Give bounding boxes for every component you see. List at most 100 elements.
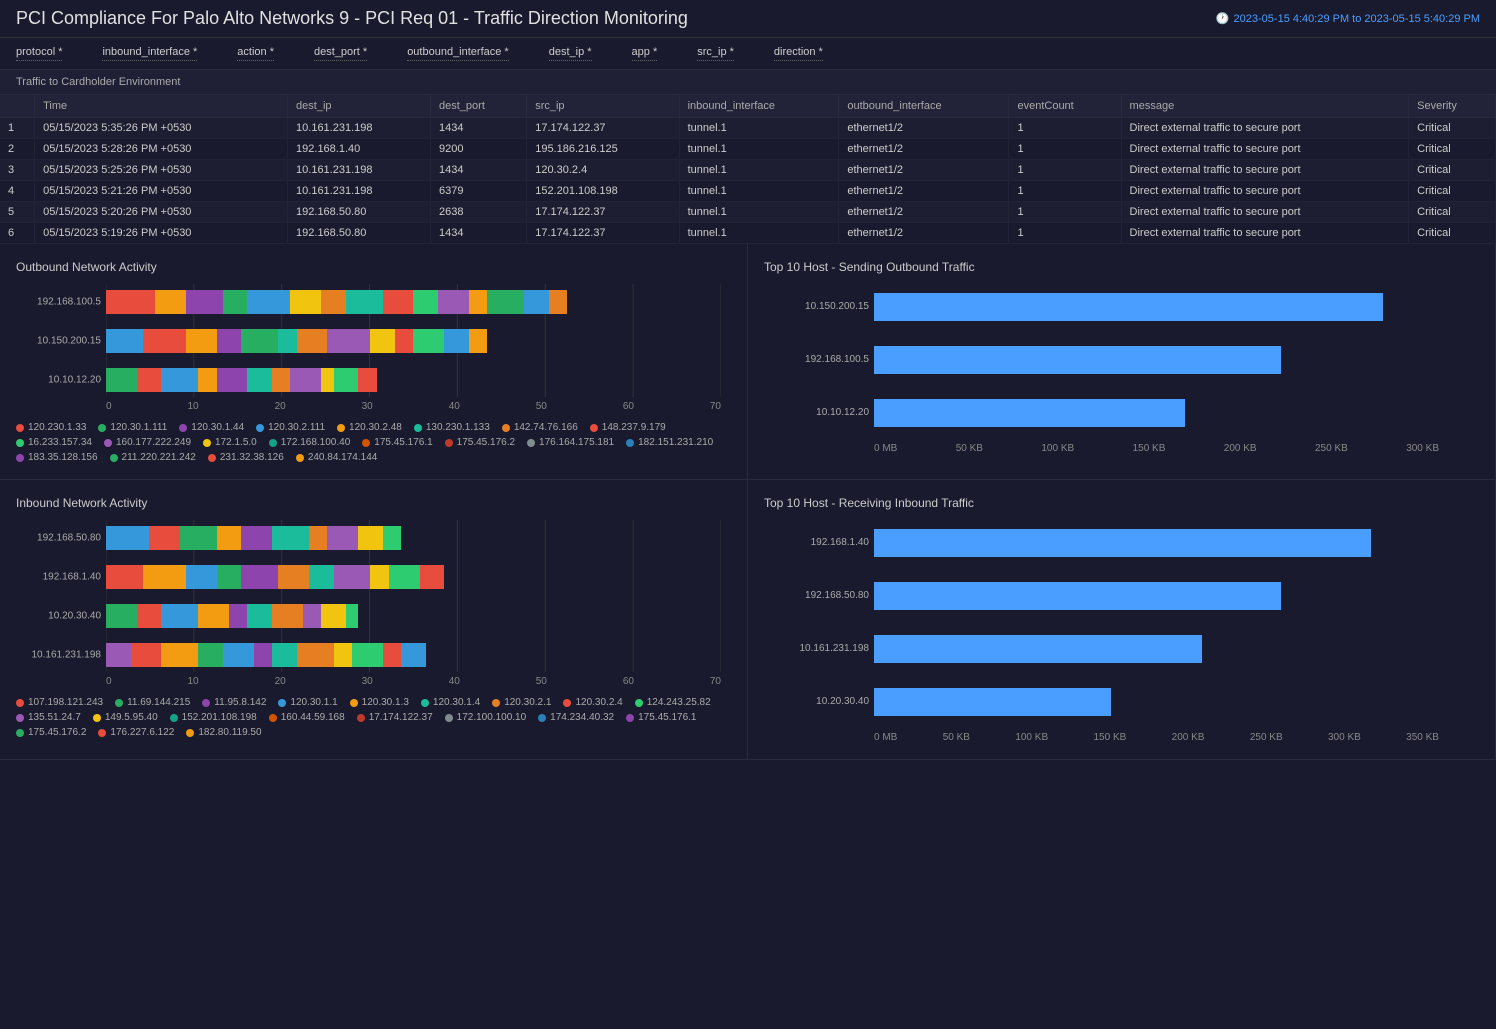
legend-item: 16.233.157.34 (16, 437, 92, 448)
legend-dot (635, 699, 643, 707)
cell-dest-ip: 10.161.231.198 (288, 160, 431, 181)
header: PCI Compliance For Palo Alto Networks 9 … (0, 0, 1496, 38)
legend-label: 16.233.157.34 (28, 437, 92, 448)
legend-item: 120.30.1.3 (350, 697, 409, 708)
filter-src-ip[interactable]: src_ip * (697, 46, 734, 61)
inbound-bar-area: 192.168.50.80 (106, 520, 721, 672)
inbound-row-3: 10.20.30.40 (106, 598, 721, 633)
col-dest-ip[interactable]: dest_ip (288, 95, 431, 118)
legend-item: 120.30.2.4 (563, 697, 622, 708)
legend-dot (626, 714, 634, 722)
cell-severity: Critical (1409, 223, 1496, 244)
filter-app[interactable]: app * (632, 46, 658, 61)
cell-message: Direct external traffic to secure port (1121, 202, 1409, 223)
cell-outbound-interface: ethernet1/2 (839, 160, 1009, 181)
filter-outbound-interface[interactable]: outbound_interface * (407, 46, 509, 61)
cell-outbound-interface: ethernet1/2 (839, 139, 1009, 160)
page-title: PCI Compliance For Palo Alto Networks 9 … (16, 8, 688, 29)
traffic-table: Time dest_ip dest_port src_ip inbound_in… (0, 95, 1496, 244)
cell-inbound-interface: tunnel.1 (679, 202, 839, 223)
legend-item: 120.230.1.33 (16, 422, 86, 433)
legend-dot (16, 439, 24, 447)
legend-label: 174.234.40.32 (550, 712, 614, 723)
legend-label: 231.32.38.126 (220, 452, 284, 463)
legend-label: 120.30.2.111 (268, 422, 325, 433)
cell-message: Direct external traffic to secure port (1121, 160, 1409, 181)
cell-outbound-interface: ethernet1/2 (839, 223, 1009, 244)
top10-inbound-title: Top 10 Host - Receiving Inbound Traffic (764, 496, 1479, 510)
legend-item: 148.237.9.179 (590, 422, 666, 433)
inbound-x-axis: 010203040506070 (106, 676, 721, 687)
top10-inbound-chart: 192.168.1.40 192.168.50.80 10.161.231.19… (764, 520, 1479, 743)
legend-dot (203, 439, 211, 447)
col-src-ip[interactable]: src_ip (527, 95, 679, 118)
col-dest-port[interactable]: dest_port (431, 95, 527, 118)
cell-inbound-interface: tunnel.1 (679, 223, 839, 244)
cell-event-count: 1 (1009, 139, 1121, 160)
legend-dot (208, 454, 216, 462)
col-outbound-interface[interactable]: outbound_interface (839, 95, 1009, 118)
legend-label: 175.45.176.2 (28, 727, 86, 738)
top10-out-row-3: 10.10.12.20 (874, 390, 1439, 435)
filter-action[interactable]: action * (237, 46, 274, 61)
legend-label: 120.30.1.4 (433, 697, 480, 708)
filter-dest-port[interactable]: dest_port * (314, 46, 367, 61)
legend-label: 211.220.221.242 (122, 452, 196, 463)
legend-item: 149.5.95.40 (93, 712, 158, 723)
legend-item: 175.45.176.1 (362, 437, 432, 448)
cell-severity: Critical (1409, 181, 1496, 202)
legend-label: 120.30.1.44 (191, 422, 244, 433)
legend-label: 124.243.25.82 (647, 697, 711, 708)
legend-item: 160.177.222.249 (104, 437, 191, 448)
filter-direction[interactable]: direction * (774, 46, 823, 61)
filter-protocol[interactable]: protocol * (16, 46, 62, 61)
outbound-row-2: 10.150.200.15 (106, 323, 721, 358)
filter-inbound-interface[interactable]: inbound_interface * (102, 46, 197, 61)
legend-item: 160.44.59.168 (269, 712, 345, 723)
filter-dest-ip[interactable]: dest_ip * (549, 46, 592, 61)
top10-outbound-chart: 10.150.200.15 192.168.100.5 10.10.12.20 … (764, 284, 1479, 454)
legend-dot (362, 439, 370, 447)
inbound-row-2: 192.168.1.40 (106, 559, 721, 594)
cell-event-count: 1 (1009, 202, 1121, 223)
legend-label: 120.30.1.3 (362, 697, 409, 708)
cell-dest-ip: 10.161.231.198 (288, 181, 431, 202)
legend-label: 11.95.8.142 (214, 697, 266, 708)
legend-dot (110, 454, 118, 462)
legend-item: 182.80.119.50 (186, 727, 261, 738)
cell-dest-ip: 10.161.231.198 (288, 118, 431, 139)
cell-inbound-interface: tunnel.1 (679, 118, 839, 139)
legend-item: 172.168.100.40 (269, 437, 351, 448)
top10-inbound-x-axis: 0 MB50 KB100 KB150 KB200 KB250 KB300 KB3… (874, 732, 1439, 743)
legend-label: 152.201.108.198 (182, 712, 257, 723)
legend-dot (98, 729, 106, 737)
cell-time: 05/15/2023 5:25:26 PM +0530 (35, 160, 288, 181)
outbound-bar-area: 192.168.100.5 (106, 284, 721, 397)
legend-label: 160.44.59.168 (281, 712, 345, 723)
legend-label: 149.5.95.40 (105, 712, 158, 723)
legend-item: 107.198.121.243 (16, 697, 103, 708)
cell-message: Direct external traffic to secure port (1121, 181, 1409, 202)
legend-dot (538, 714, 546, 722)
col-event-count[interactable]: eventCount (1009, 95, 1121, 118)
cell-src-ip: 152.201.108.198 (527, 181, 679, 202)
col-time[interactable]: Time (35, 95, 288, 118)
legend-dot (502, 424, 510, 432)
legend-dot (16, 714, 24, 722)
top10-in-row-4: 10.20.30.40 (874, 679, 1439, 724)
col-severity[interactable]: Severity (1409, 95, 1496, 118)
legend-item: 152.201.108.198 (170, 712, 257, 723)
legend-dot (445, 439, 453, 447)
cell-dest-ip: 192.168.50.80 (288, 223, 431, 244)
legend-dot (170, 714, 178, 722)
col-inbound-interface[interactable]: inbound_interface (679, 95, 839, 118)
row-num: 1 (0, 118, 35, 139)
legend-label: 176.227.6.122 (110, 727, 174, 738)
col-message[interactable]: message (1121, 95, 1409, 118)
legend-item: 120.30.1.4 (421, 697, 480, 708)
cell-event-count: 1 (1009, 160, 1121, 181)
legend-label: 120.230.1.33 (28, 422, 86, 433)
legend-label: 182.80.119.50 (198, 727, 261, 738)
top10-outbound-bar-area: 10.150.200.15 192.168.100.5 10.10.12.20 (874, 284, 1439, 435)
cell-dest-port: 6379 (431, 181, 527, 202)
